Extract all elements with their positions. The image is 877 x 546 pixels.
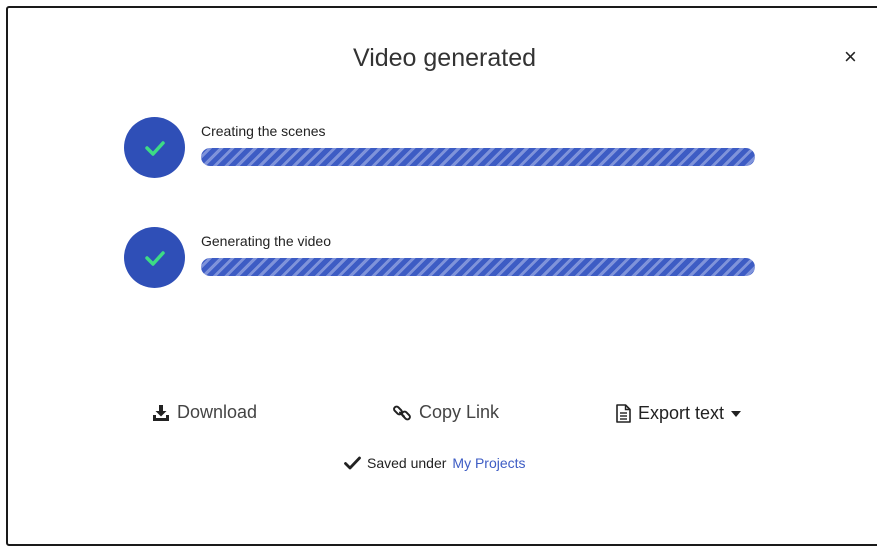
- close-icon[interactable]: ×: [844, 46, 857, 68]
- copy-link-label: Copy Link: [419, 402, 500, 422]
- check-icon: [144, 140, 165, 156]
- step-label: Generating the video: [201, 233, 331, 249]
- export-text-dropdown[interactable]: Export text: [616, 403, 742, 424]
- video-generated-dialog: Video generated × Creating the scenes Ge…: [6, 6, 877, 546]
- export-text-label: Export text: [638, 403, 725, 423]
- link-icon: [393, 405, 411, 420]
- download-icon: [153, 404, 169, 421]
- progress-bar-fill: [201, 258, 755, 276]
- saved-status: Saved under My Projects: [344, 455, 526, 471]
- progress-bar: [201, 258, 755, 276]
- step-creating-scenes: Creating the scenes: [124, 117, 764, 179]
- progress-bar-fill: [201, 148, 755, 166]
- step-complete-circle: [124, 117, 185, 178]
- caret-down-icon: [731, 410, 742, 417]
- check-icon: [144, 250, 165, 266]
- my-projects-link[interactable]: My Projects: [452, 455, 525, 471]
- download-button[interactable]: Download: [152, 402, 257, 423]
- copy-link-button[interactable]: Copy Link: [392, 402, 499, 423]
- progress-bar: [201, 148, 755, 166]
- download-label: Download: [177, 402, 258, 422]
- step-complete-circle: [124, 227, 185, 288]
- dialog-title: Video generated: [352, 44, 537, 72]
- checkmark-icon: [344, 456, 361, 470]
- step-label: Creating the scenes: [201, 123, 326, 139]
- saved-text: Saved under: [367, 455, 447, 471]
- step-generating-video: Generating the video: [124, 227, 764, 289]
- document-icon: [616, 404, 631, 423]
